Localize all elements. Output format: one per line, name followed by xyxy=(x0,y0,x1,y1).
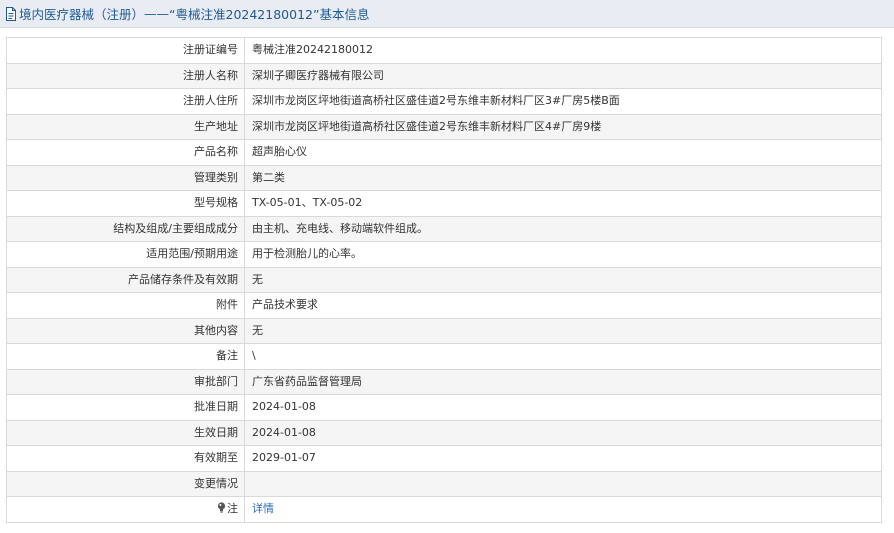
table-row: 产品名称 超声胎心仪 xyxy=(6,139,882,166)
table-row: 产品储存条件及有效期 无 xyxy=(6,266,882,293)
row-label: 适用范围/预期用途 xyxy=(6,241,245,268)
document-icon xyxy=(5,6,17,21)
header-separator: —— xyxy=(144,6,170,21)
note-label-cell: 注 xyxy=(6,496,245,523)
row-label: 变更情况 xyxy=(6,470,245,497)
table-row: 生产地址 深圳市龙岗区坪地街道高桥社区盛佳道2号东维丰新材料厂区4#厂房9楼 xyxy=(6,113,882,140)
table-row: 变更情况 xyxy=(6,470,882,497)
page-title: “粤械注准20242180012”基本信息 xyxy=(169,7,370,22)
row-value: 第二类 xyxy=(244,164,882,191)
row-label: 管理类别 xyxy=(6,164,245,191)
table-row: 注册证编号 粤械注准20242180012 xyxy=(6,37,882,64)
row-value: 无 xyxy=(244,317,882,344)
row-label: 生产地址 xyxy=(6,113,245,140)
row-label: 审批部门 xyxy=(6,368,245,395)
row-value: \ xyxy=(244,343,882,370)
table-row: 生效日期 2024-01-08 xyxy=(6,419,882,446)
row-label: 生效日期 xyxy=(6,419,245,446)
table-row: 附件 产品技术要求 xyxy=(6,292,882,319)
row-label: 注册人名称 xyxy=(6,62,245,89)
row-label: 其他内容 xyxy=(6,317,245,344)
row-value: 深圳市龙岗区坪地街道高桥社区盛佳道2号东维丰新材料厂区4#厂房9楼 xyxy=(244,113,882,140)
row-label: 有效期至 xyxy=(6,445,245,472)
row-value: 产品技术要求 xyxy=(244,292,882,319)
row-value xyxy=(244,470,882,497)
header-category: 境内医疗器械（注册） xyxy=(19,7,145,22)
table-row: 批准日期 2024-01-08 xyxy=(6,394,882,421)
row-value: TX-05-01、TX-05-02 xyxy=(244,190,882,217)
row-value: 超声胎心仪 xyxy=(244,139,882,166)
table-row: 注册人名称 深圳子卿医疗器械有限公司 xyxy=(6,62,882,89)
note-label: 注 xyxy=(227,502,238,516)
row-value: 2024-01-08 xyxy=(244,419,882,446)
table-row: 管理类别 第二类 xyxy=(6,164,882,191)
table-row: 其他内容 无 xyxy=(6,317,882,344)
table-row: 审批部门 广东省药品监督管理局 xyxy=(6,368,882,395)
row-value: 用于检测胎儿的心率。 xyxy=(244,241,882,268)
table-row: 适用范围/预期用途 用于检测胎儿的心率。 xyxy=(6,241,882,268)
row-value: 深圳市龙岗区坪地街道高桥社区盛佳道2号东维丰新材料厂区3#厂房5楼B面 xyxy=(244,88,882,115)
row-label: 批准日期 xyxy=(6,394,245,421)
bulb-icon xyxy=(217,502,226,513)
row-value: 由主机、充电线、移动端软件组成。 xyxy=(244,215,882,242)
row-value: 深圳子卿医疗器械有限公司 xyxy=(244,62,882,89)
row-label: 附件 xyxy=(6,292,245,319)
table-row: 有效期至 2029-01-07 xyxy=(6,445,882,472)
row-value: 无 xyxy=(244,266,882,293)
row-label: 产品名称 xyxy=(6,139,245,166)
table-row: 结构及组成/主要组成成分 由主机、充电线、移动端软件组成。 xyxy=(6,215,882,242)
row-label: 注册人住所 xyxy=(6,88,245,115)
row-value: 2029-01-07 xyxy=(244,445,882,472)
row-label: 型号规格 xyxy=(6,190,245,217)
row-label: 备注 xyxy=(6,343,245,370)
details-link[interactable]: 详情 xyxy=(252,502,274,515)
note-value-cell: 详情 xyxy=(244,496,882,523)
row-value: 广东省药品监督管理局 xyxy=(244,368,882,395)
table-row: 备注 \ xyxy=(6,343,882,370)
row-label: 产品储存条件及有效期 xyxy=(6,266,245,293)
row-value: 2024-01-08 xyxy=(244,394,882,421)
row-label: 结构及组成/主要组成成分 xyxy=(6,215,245,242)
info-table: 注册证编号 粤械注准20242180012 注册人名称 深圳子卿医疗器械有限公司… xyxy=(6,37,882,523)
table-row: 注册人住所 深圳市龙岗区坪地街道高桥社区盛佳道2号东维丰新材料厂区3#厂房5楼B… xyxy=(6,88,882,115)
note-row: 注 详情 xyxy=(6,496,882,523)
row-label: 注册证编号 xyxy=(6,37,245,64)
row-value: 粤械注准20242180012 xyxy=(244,37,882,64)
page-title-bar: 境内医疗器械（注册） —— “粤械注准20242180012”基本信息 xyxy=(0,0,894,28)
table-row: 型号规格 TX-05-01、TX-05-02 xyxy=(6,190,882,217)
